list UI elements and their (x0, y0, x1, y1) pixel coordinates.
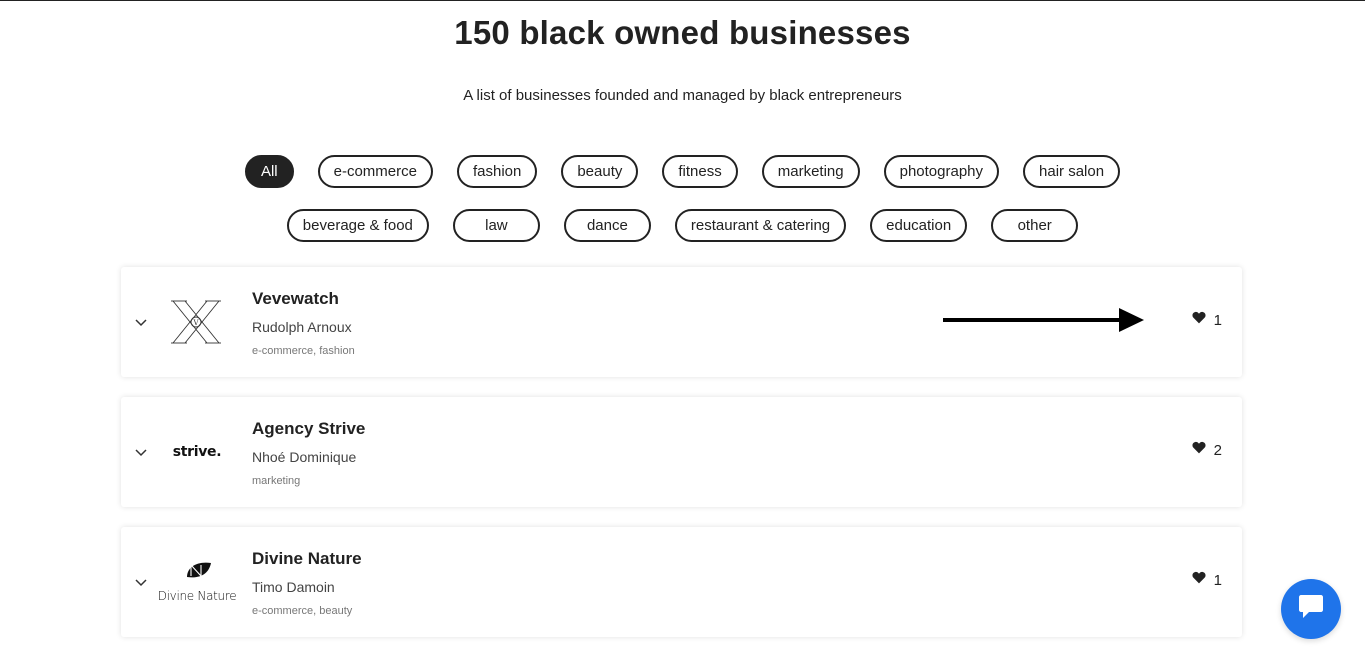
chat-icon (1297, 594, 1325, 625)
page-title: 150 black owned businesses (454, 14, 911, 51)
strive-logo: strive. (157, 417, 237, 487)
like-count: 1 (1213, 311, 1222, 329)
business-name[interactable]: Vevewatch (252, 289, 339, 309)
filter-chip-fashion[interactable]: fashion (456, 155, 538, 188)
filter-chip-other[interactable]: other (991, 209, 1079, 242)
filter-chip-dance[interactable]: dance (563, 209, 651, 242)
business-card[interactable]: strive. Agency Strive Nhoé Dominique mar… (121, 397, 1242, 507)
filter-chip-hair-salon[interactable]: hair salon (1023, 155, 1121, 188)
business-owner: Rudolph Arnoux (252, 319, 352, 335)
filter-chip-education[interactable]: education (870, 209, 968, 242)
business-categories: marketing (252, 475, 301, 487)
filter-chip-restaurant-catering[interactable]: restaurant & catering (674, 209, 847, 242)
like-button[interactable]: 1 (1192, 571, 1222, 589)
business-card[interactable]: V Vevewatch Rudolph Arnoux e-commerce, f… (121, 267, 1242, 377)
page-subtitle: A list of businesses founded and managed… (463, 87, 902, 104)
business-owner: Timo Damoin (252, 579, 335, 595)
filter-chip-all[interactable]: All (244, 155, 294, 188)
business-owner: Nhoé Dominique (252, 449, 357, 465)
chevron-down-icon[interactable] (134, 316, 148, 330)
heart-icon (1192, 311, 1206, 329)
business-name[interactable]: Agency Strive (252, 419, 365, 439)
chat-button[interactable] (1281, 579, 1341, 639)
like-count: 1 (1213, 571, 1222, 589)
filter-chip-fitness[interactable]: fitness (662, 155, 738, 188)
like-button[interactable]: 2 (1192, 441, 1222, 459)
business-name[interactable]: Divine Nature (252, 549, 362, 569)
like-count: 2 (1213, 441, 1222, 459)
filter-chip-beauty[interactable]: beauty (561, 155, 639, 188)
filter-chip-beverage-food[interactable]: beverage & food (286, 209, 429, 242)
vevewatch-logo: V (157, 287, 237, 357)
divine-nature-logo: Divine Nature (157, 547, 237, 617)
filter-chip-marketing[interactable]: marketing (761, 155, 860, 188)
chevron-down-icon[interactable] (134, 446, 148, 460)
svg-text:V: V (192, 319, 199, 327)
divine-nature-logo-text: Divine Nature (157, 589, 237, 603)
category-filter-row-1: All e-commerce fashion beauty fitness ma… (0, 155, 1365, 188)
business-categories: e-commerce, beauty (252, 605, 353, 617)
heart-icon (1192, 571, 1206, 589)
business-card[interactable]: Divine Nature Divine Nature Timo Damoin … (121, 527, 1242, 637)
heart-icon (1192, 441, 1206, 459)
business-categories: e-commerce, fashion (252, 345, 355, 357)
filter-chip-law[interactable]: law (452, 209, 540, 242)
strive-logo-text: strive. (172, 444, 222, 460)
arrow-right-icon (941, 307, 1146, 333)
category-filter-row-2: beverage & food law dance restaurant & c… (0, 209, 1365, 242)
like-button[interactable]: 1 (1192, 311, 1222, 329)
chevron-down-icon[interactable] (134, 576, 148, 590)
filter-chip-e-commerce[interactable]: e-commerce (317, 155, 433, 188)
filter-chip-photography[interactable]: photography (883, 155, 1000, 188)
